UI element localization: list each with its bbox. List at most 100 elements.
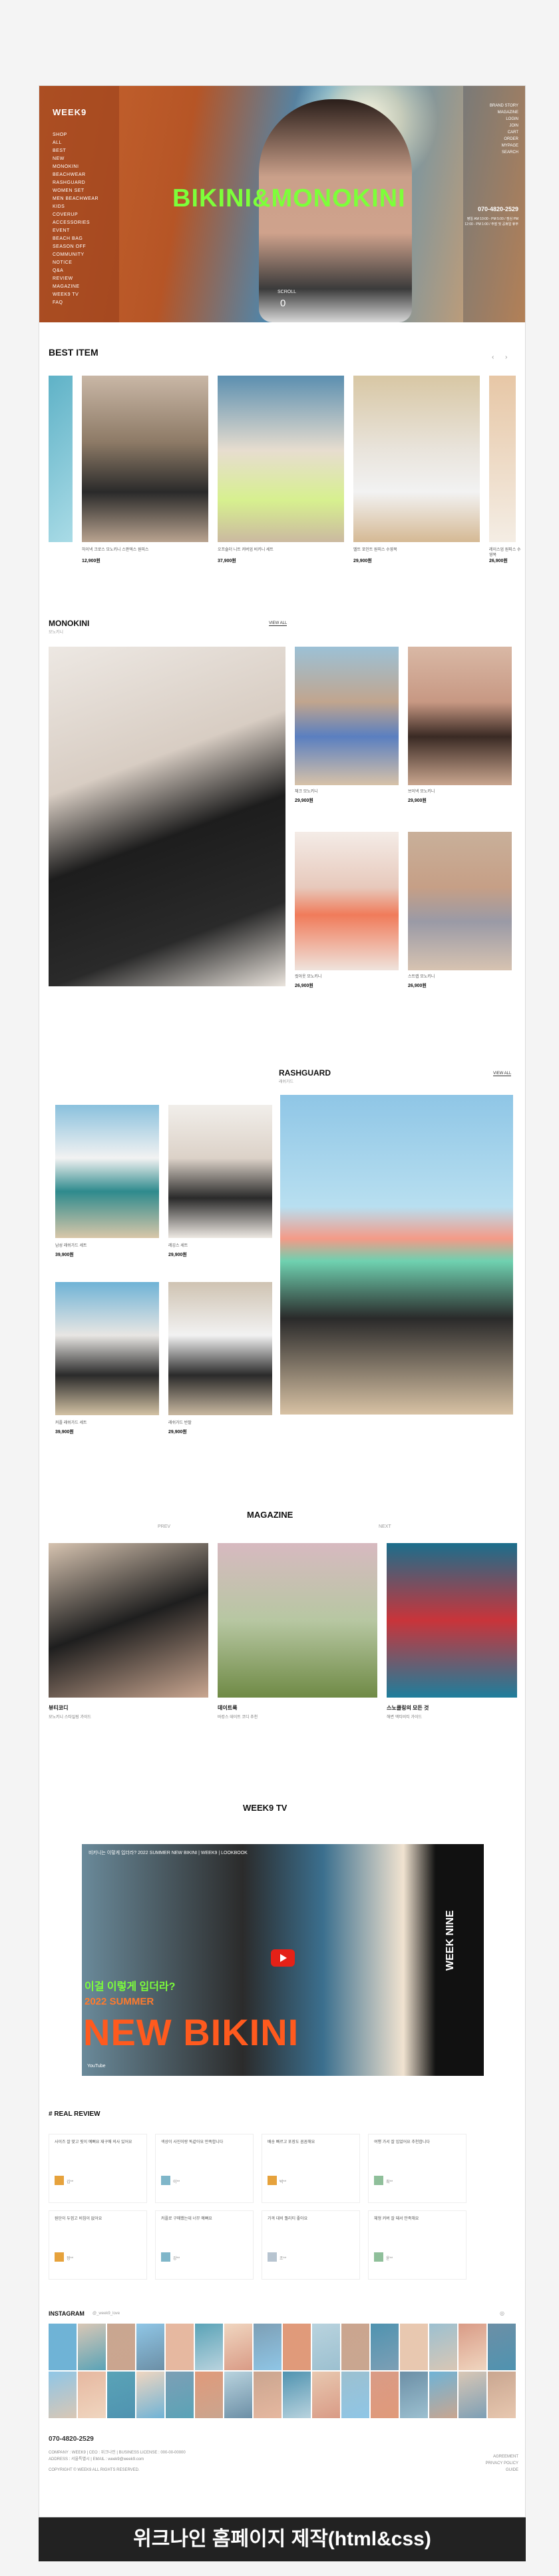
tv-video-title[interactable]: 비키니는 이렇게 입더라? 2022 SUMMER NEW BIKINI | W… — [89, 1849, 408, 1856]
product-image[interactable] — [353, 376, 480, 542]
magazine-item-title[interactable]: 스노클링의 모든 것 — [387, 1704, 429, 1712]
instagram-photo[interactable] — [166, 2372, 194, 2418]
footer-link[interactable]: PRIVACY POLICY — [465, 2461, 518, 2467]
nav-item[interactable]: EVENT — [53, 227, 98, 235]
rashguard-feature-image[interactable] — [280, 1095, 513, 1415]
instagram-photo[interactable] — [283, 2324, 311, 2370]
utility-item[interactable]: BRAND STORY — [490, 103, 518, 109]
instagram-photo[interactable] — [488, 2324, 516, 2370]
instagram-photo[interactable] — [136, 2372, 164, 2418]
magazine-item-title[interactable]: 뷰티코디 — [49, 1704, 68, 1712]
utility-item[interactable]: MAGAZINE — [490, 109, 518, 116]
review-card[interactable]: 배송 빠르고 포장도 꼼꼼해요 박** — [262, 2134, 360, 2203]
nav-item[interactable]: BEACH BAG — [53, 235, 98, 243]
nav-item[interactable]: ACCESSORIES — [53, 219, 98, 227]
review-card[interactable]: 여행 가서 잘 입었어요 추천합니다 최** — [368, 2134, 466, 2203]
product-image[interactable] — [218, 376, 344, 542]
instagram-photo[interactable] — [283, 2372, 311, 2418]
instagram-photo[interactable] — [136, 2324, 164, 2370]
product-name[interactable]: 하이넥 크로스 모노키니 스판덱스 원피스 — [82, 547, 208, 553]
nav-item[interactable]: MONOKINI — [53, 163, 98, 171]
product-name[interactable]: 래쉬가드 반팔 — [168, 1421, 192, 1426]
monokini-view-all-link[interactable]: VIEW ALL — [269, 621, 287, 626]
product-image[interactable] — [295, 647, 399, 785]
review-card[interactable]: 가격 대비 퀄리티 좋아요 조** — [262, 2210, 360, 2280]
nav-item[interactable]: NEW — [53, 155, 98, 163]
instagram-photo[interactable] — [107, 2324, 135, 2370]
nav-item[interactable]: COVERUP — [53, 211, 98, 219]
chevron-right-icon[interactable]: › — [505, 354, 507, 361]
instagram-photo[interactable] — [312, 2324, 340, 2370]
product-image[interactable] — [295, 832, 399, 970]
product-name[interactable]: 체크 모노키니 — [295, 789, 318, 795]
instagram-photo[interactable] — [78, 2372, 106, 2418]
instagram-photo[interactable] — [224, 2324, 252, 2370]
instagram-photo[interactable] — [254, 2324, 281, 2370]
nav-item[interactable]: WOMEN SET — [53, 187, 98, 195]
magazine-item-title[interactable]: 데이트룩 — [218, 1704, 237, 1712]
review-card[interactable]: 커플로 구매했는데 너무 예뻐요 강** — [155, 2210, 254, 2280]
product-image[interactable] — [49, 376, 73, 542]
nav-item[interactable]: BEST — [53, 147, 98, 155]
instagram-photo[interactable] — [400, 2324, 428, 2370]
product-name[interactable]: 오프숄더 니트 커버업 비키니 세트 — [218, 547, 344, 553]
utility-item[interactable]: MYPAGE — [490, 143, 518, 149]
footer-link[interactable]: AGREEMENT — [465, 2454, 518, 2460]
product-image[interactable] — [408, 647, 512, 785]
nav-item[interactable]: ALL — [53, 139, 98, 147]
nav-item[interactable]: FAQ — [53, 299, 98, 307]
instagram-photo[interactable] — [224, 2372, 252, 2418]
instagram-photo[interactable] — [195, 2372, 223, 2418]
magazine-image[interactable] — [49, 1543, 208, 1698]
nav-item[interactable]: KIDS — [53, 203, 98, 211]
nav-item[interactable]: SHOP — [53, 131, 98, 139]
product-name[interactable]: 커플 래쉬가드 세트 — [55, 1421, 87, 1426]
product-image[interactable] — [489, 376, 516, 542]
nav-item[interactable]: RASHGUARD — [53, 179, 98, 187]
instagram-photo[interactable] — [371, 2324, 399, 2370]
nav-item[interactable]: SEASON OFF — [53, 243, 98, 251]
nav-item[interactable]: MEN BEACHWEAR — [53, 195, 98, 203]
monokini-feature-image[interactable] — [49, 647, 285, 986]
instagram-photo[interactable] — [400, 2372, 428, 2418]
product-image[interactable] — [168, 1105, 272, 1238]
tv-video-player[interactable]: 비키니는 이렇게 입더라? 2022 SUMMER NEW BIKINI | W… — [82, 1844, 484, 2076]
nav-item[interactable]: BEACHWEAR — [53, 171, 98, 179]
product-image[interactable] — [55, 1282, 159, 1415]
magazine-image[interactable] — [387, 1543, 517, 1698]
instagram-icon[interactable]: ◎ — [500, 2310, 504, 2316]
instagram-photo[interactable] — [371, 2372, 399, 2418]
review-card[interactable]: 체형 커버 잘 돼서 만족해요 윤** — [368, 2210, 466, 2280]
instagram-photo[interactable] — [166, 2324, 194, 2370]
nav-item[interactable]: NOTICE — [53, 259, 98, 267]
utility-item[interactable]: CART — [490, 129, 518, 136]
utility-item[interactable]: SEARCH — [490, 149, 518, 156]
site-logo[interactable]: WEEK9 — [53, 107, 87, 117]
utility-item[interactable]: JOIN — [490, 123, 518, 129]
review-card[interactable]: 원단이 두껍고 비침이 없어요 정** — [49, 2210, 147, 2280]
play-icon[interactable] — [271, 1949, 295, 1967]
utility-item[interactable]: ORDER — [490, 136, 518, 143]
youtube-label[interactable]: YouTube — [87, 2064, 106, 2069]
product-image[interactable] — [82, 376, 208, 542]
product-name[interactable]: 벨트 포인트 원피스 수영복 — [353, 547, 480, 553]
instagram-photo[interactable] — [49, 2372, 77, 2418]
product-name[interactable]: 레이스업 원피스 수영복 — [489, 547, 522, 558]
footer-link[interactable]: GUIDE — [465, 2467, 518, 2473]
rashguard-view-all-link[interactable]: VIEW ALL — [493, 1072, 512, 1076]
instagram-photo[interactable] — [429, 2324, 457, 2370]
instagram-photo[interactable] — [78, 2324, 106, 2370]
nav-item[interactable]: COMMUNITY — [53, 251, 98, 259]
product-image[interactable] — [55, 1105, 159, 1238]
instagram-photo[interactable] — [341, 2372, 369, 2418]
instagram-photo[interactable] — [459, 2324, 486, 2370]
instagram-photo[interactable] — [49, 2324, 77, 2370]
nav-item[interactable]: WEEK9 TV — [53, 291, 98, 299]
product-image[interactable] — [408, 832, 512, 970]
chevron-left-icon[interactable]: ‹ — [492, 354, 494, 361]
review-card[interactable]: 색상이 사진이랑 똑같아요 만족합니다 이** — [155, 2134, 254, 2203]
product-name[interactable]: 스트랩 모노키니 — [408, 974, 435, 980]
nav-item[interactable]: Q&A — [53, 267, 98, 275]
utility-item[interactable]: LOGIN — [490, 116, 518, 123]
magazine-next-button[interactable]: NEXT — [379, 1524, 391, 1529]
